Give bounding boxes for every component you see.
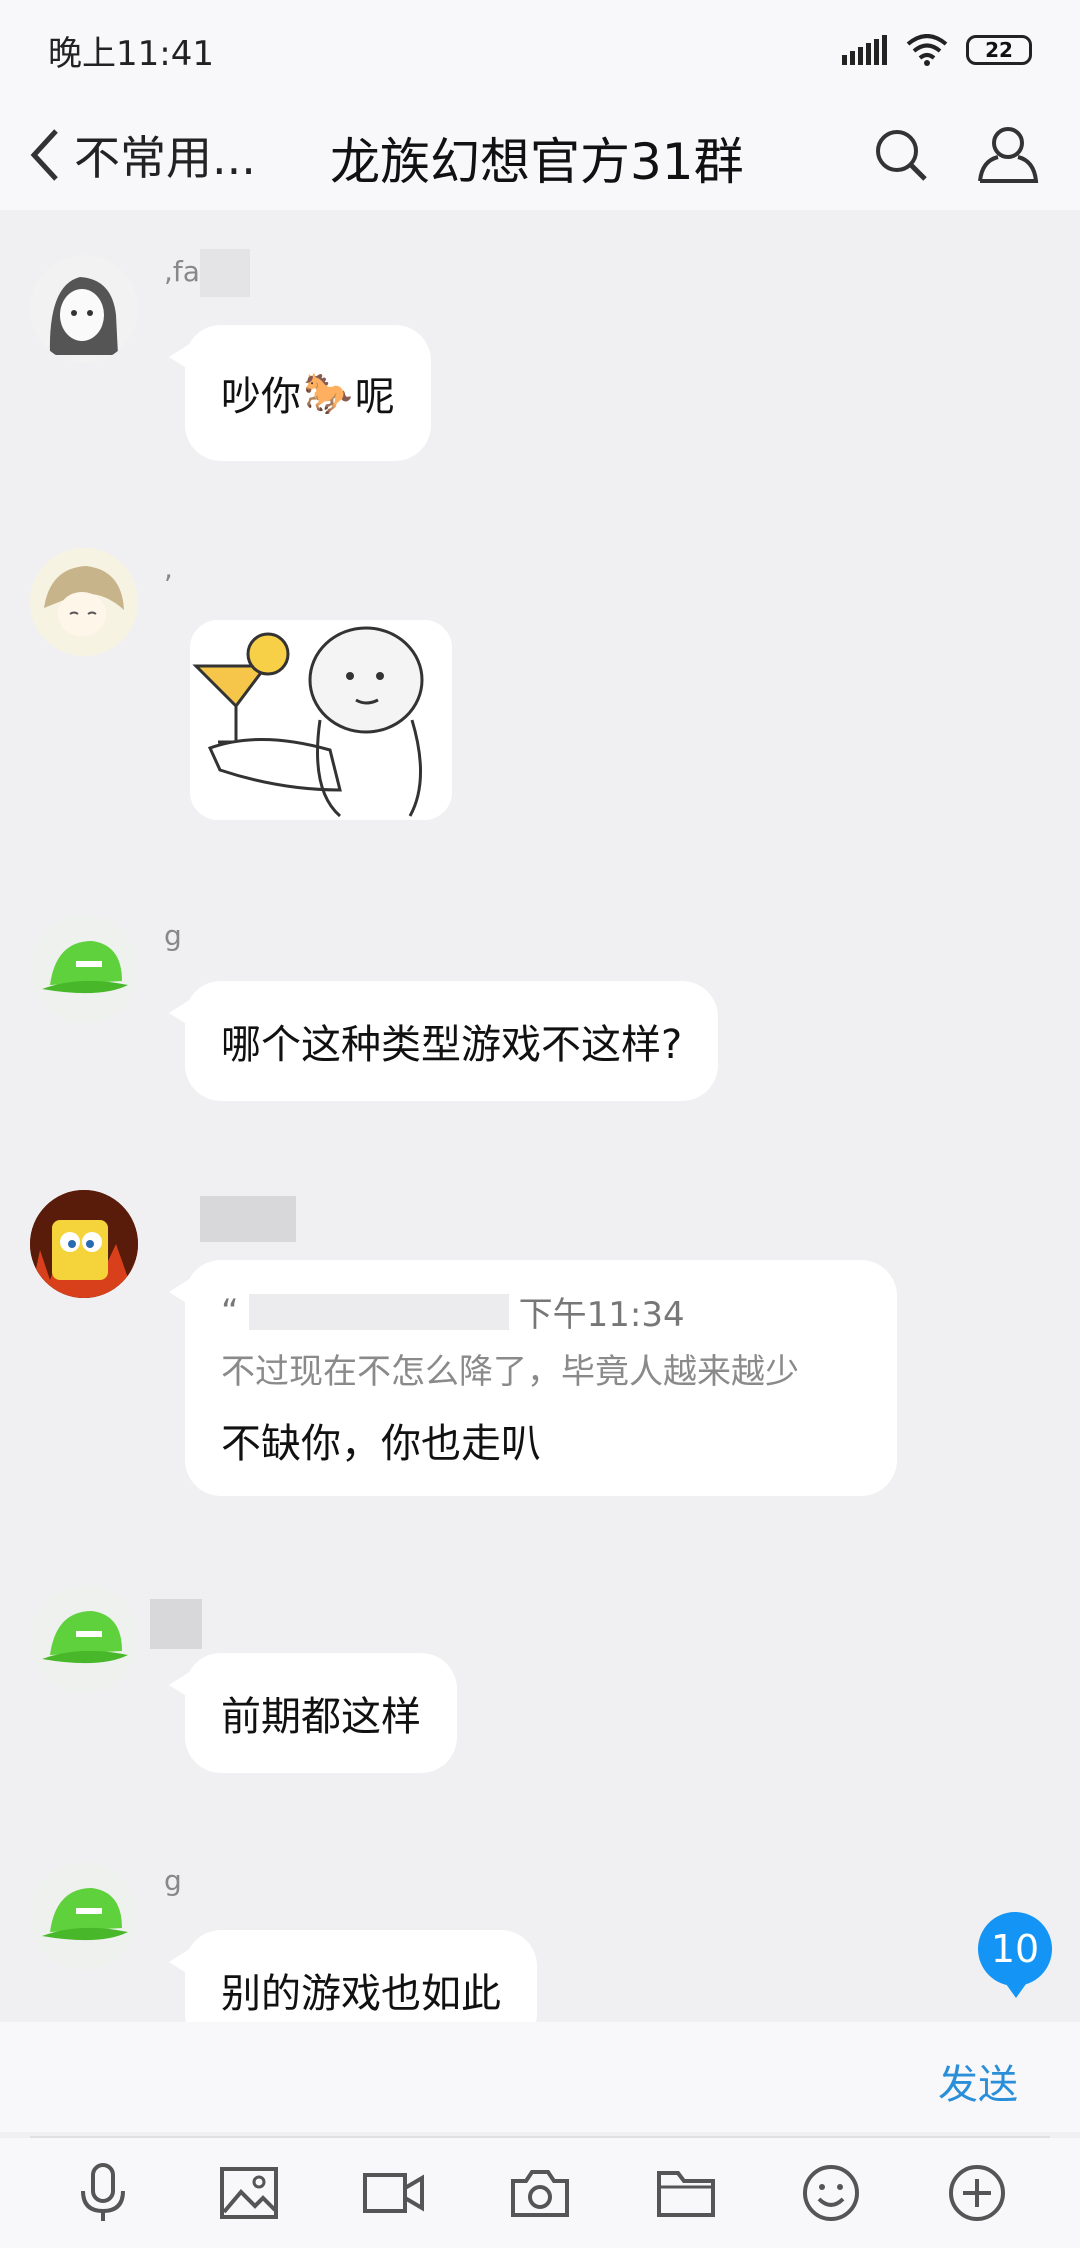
redacted-name [150, 1599, 202, 1649]
message-text: 吵你 [221, 374, 301, 420]
group-profile-button[interactable] [970, 120, 1046, 190]
microphone-icon [80, 2163, 125, 2221]
back-button[interactable]: 不常用... [26, 118, 256, 192]
quote-text: 不过现在不怎么降了，毕竟人越来越少 [221, 1352, 799, 1392]
sender-name: g [164, 1864, 182, 1897]
search-button[interactable] [866, 120, 936, 190]
avatar[interactable] [30, 915, 138, 1023]
sender-name: ,fa [164, 255, 200, 288]
status-icons: 22 [842, 34, 1032, 66]
page-title: 龙族幻想官方31群 [330, 133, 744, 191]
message-bubble[interactable]: 吵你 🐎 呢 [169, 325, 431, 461]
quote-open-mark: “ [221, 1291, 239, 1332]
message-text: 哪个这种类型游戏不这样? [221, 1022, 683, 1068]
plus-icon [949, 2165, 1006, 2221]
search-icon [876, 130, 927, 181]
avatar-green-cap-icon [30, 1862, 138, 1970]
redacted-quote-sender [248, 1293, 509, 1330]
message-text: 前期都这样 [221, 1694, 421, 1740]
sender-name: g [164, 919, 182, 952]
image-icon [219, 2167, 278, 2219]
message-bubble[interactable]: 前期都这样 [169, 1653, 457, 1773]
camera-button[interactable] [500, 2153, 580, 2233]
chevron-left-icon [30, 129, 58, 181]
video-icon [363, 2173, 425, 2213]
emoji-icon [803, 2165, 860, 2221]
battery-level: 22 [985, 38, 1013, 62]
avatar-chibi-icon [30, 548, 138, 656]
redacted-name [200, 1196, 296, 1242]
avatar[interactable] [30, 1862, 138, 1970]
avatar-anime-girl-icon [30, 255, 138, 363]
message-text: 不缺你，你也走叭 [221, 1421, 541, 1467]
sender-name: , [164, 552, 173, 585]
redacted-name [200, 249, 250, 297]
status-time: 晚上11:41 [48, 33, 214, 74]
image-button[interactable] [209, 2153, 289, 2233]
emoji-button[interactable] [791, 2153, 871, 2233]
message-input[interactable] [30, 2040, 910, 2114]
more-button[interactable] [937, 2153, 1017, 2233]
video-button[interactable] [354, 2153, 434, 2233]
sticker-image[interactable] [190, 620, 452, 820]
person-icon [978, 127, 1039, 183]
avatar[interactable] [30, 1585, 138, 1693]
avatar[interactable] [30, 255, 138, 363]
unread-count-badge[interactable]: 10 [978, 1912, 1052, 1998]
send-button[interactable]: 发送 [938, 2052, 1018, 2110]
sticker-toast-icon [190, 620, 452, 820]
avatar-sponge-icon [30, 1190, 138, 1298]
horse-emoji: 🐎 [303, 370, 353, 417]
file-button[interactable] [646, 2153, 726, 2233]
quote-time: 下午11:34 [518, 1295, 685, 1335]
message-text: 呢 [354, 374, 395, 420]
bottom-toolbar [0, 2138, 1080, 2248]
wifi-icon [906, 34, 948, 66]
message-bubble[interactable]: 哪个这种类型游戏不这样? [168, 981, 719, 1101]
status-bar: 晚上11:41 22 [0, 0, 1080, 100]
avatar-green-cap-icon [30, 1585, 138, 1693]
avatar[interactable] [30, 1190, 138, 1298]
quote-header: “ 下午11:34 [221, 1287, 685, 1336]
avatar[interactable] [30, 548, 138, 656]
camera-icon [510, 2170, 569, 2217]
avatar-green-cap-icon [30, 915, 138, 1023]
message-bubble[interactable]: “ 下午11:34 不过现在不怎么降了，毕竟人越来越少 不缺你，你也走叭 [169, 1260, 897, 1496]
battery-indicator: 22 [966, 35, 1032, 65]
title-bar: 不常用... 龙族幻想官方31群 [0, 100, 1080, 210]
message-text: 别的游戏也如此 [221, 1971, 501, 2017]
voice-button[interactable] [63, 2153, 143, 2233]
input-bar: 发送 [0, 2022, 1080, 2132]
folder-icon [656, 2171, 715, 2217]
back-label: 不常用... [74, 131, 256, 185]
signal-icon [842, 35, 887, 65]
